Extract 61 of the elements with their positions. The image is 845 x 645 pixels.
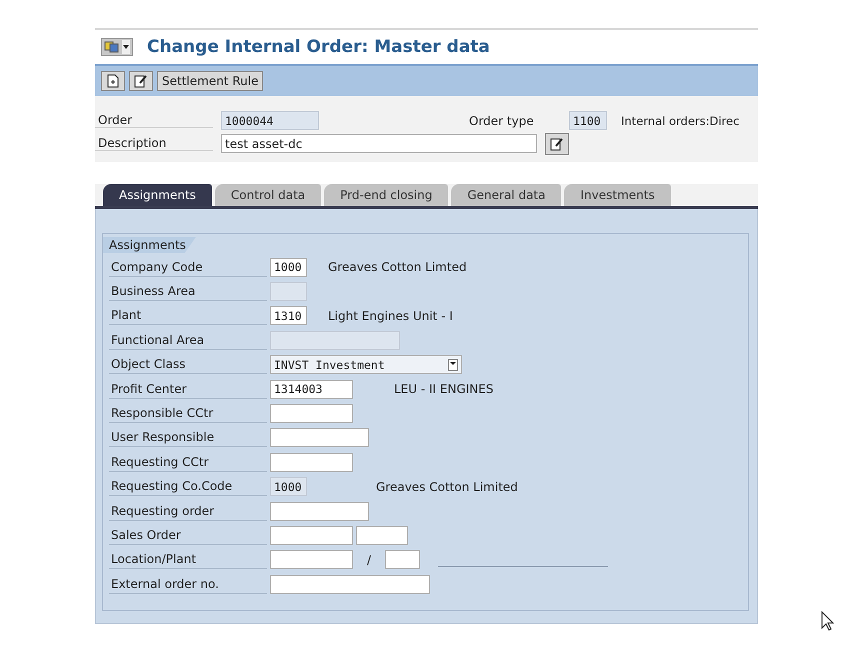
field-label: Sales Order xyxy=(109,526,267,545)
input-field[interactable]: 1100 xyxy=(569,111,607,130)
edit-icon xyxy=(134,74,148,88)
field-label: Description xyxy=(95,136,213,151)
tab[interactable]: Assignments xyxy=(103,184,212,206)
edit-icon xyxy=(550,136,564,150)
input-field[interactable] xyxy=(270,404,353,424)
create-button[interactable] xyxy=(101,71,125,91)
input-field[interactable] xyxy=(270,282,307,302)
field-label: Company Code xyxy=(109,258,267,277)
input-field[interactable]: 1314003 xyxy=(270,380,353,399)
edit-button[interactable] xyxy=(545,132,569,154)
field-label: Responsible CCtr xyxy=(109,404,267,424)
dropdown-icon[interactable] xyxy=(448,358,458,371)
field-label: Requesting Co.Code xyxy=(109,477,267,496)
field-description: Greaves Cotton Limted xyxy=(328,260,467,274)
input-field[interactable] xyxy=(270,330,400,350)
tab[interactable]: Prd-end closing xyxy=(324,184,448,206)
field-label: Requesting order xyxy=(109,502,267,521)
document-icon xyxy=(106,74,120,88)
input-field[interactable] xyxy=(270,502,369,521)
edit-button[interactable] xyxy=(129,71,153,91)
field-label: Order type xyxy=(469,114,535,128)
input-field[interactable]: 1310 xyxy=(270,306,307,326)
field-label: External order no. xyxy=(109,574,267,594)
system-menu-button[interactable] xyxy=(101,38,133,56)
input-field[interactable] xyxy=(270,452,353,472)
tab[interactable]: General data xyxy=(451,184,562,206)
tab[interactable]: Investments xyxy=(564,184,671,206)
field-label: Profit Center xyxy=(109,380,267,399)
input-field[interactable]: 1000044 xyxy=(221,111,319,130)
caret-icon xyxy=(122,40,130,54)
input-field[interactable]: 1000 xyxy=(270,258,307,277)
field-label: Order xyxy=(95,113,213,128)
field-description: Light Engines Unit - I xyxy=(328,308,453,323)
input-field[interactable]: test asset-dc xyxy=(221,134,537,153)
field-description: Internal orders:Direc xyxy=(621,114,740,128)
mouse-pointer-icon xyxy=(821,611,835,631)
tab[interactable]: Control data xyxy=(214,184,322,206)
input-field[interactable]: 1000 xyxy=(270,477,307,496)
field-label: Object Class xyxy=(109,355,267,374)
dropdown-field[interactable]: INVST Investment xyxy=(270,355,462,374)
field-label: Functional Area xyxy=(109,330,267,350)
window-title: Change Internal Order: Master data xyxy=(147,37,490,57)
group-title: Assignments xyxy=(103,237,196,253)
input-field[interactable] xyxy=(385,550,420,570)
field-label: Requesting CCtr xyxy=(109,452,267,472)
field-label: Plant xyxy=(109,306,267,326)
field-label: User Responsible xyxy=(109,428,267,448)
input-field[interactable] xyxy=(270,526,353,545)
field-label: Business Area xyxy=(109,282,267,302)
input-field[interactable] xyxy=(270,428,369,448)
field-description: Greaves Cotton Limited xyxy=(376,480,518,494)
settlement-rule-button[interactable]: Settlement Rule xyxy=(157,71,264,91)
windows-icon xyxy=(104,40,120,54)
input-field[interactable] xyxy=(270,550,353,570)
input-field[interactable] xyxy=(270,574,430,594)
field-description: LEU - II ENGINES xyxy=(394,382,494,396)
input-field[interactable] xyxy=(356,526,408,545)
separator-text: / xyxy=(366,552,372,567)
field-label: Location/Plant xyxy=(109,550,267,570)
